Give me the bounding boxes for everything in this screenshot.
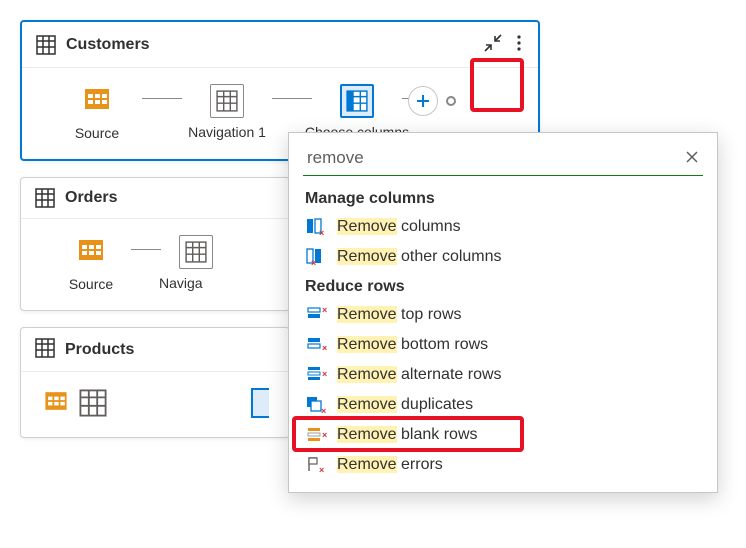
step-source[interactable]: Source (42, 82, 152, 141)
search-row (303, 143, 703, 176)
svg-text:×: × (319, 465, 324, 475)
svg-text:×: × (322, 369, 327, 379)
transform-search-dropdown: Manage columns × Remove columns × Remove… (288, 132, 718, 493)
step-label: Source (75, 125, 119, 141)
card-title: Orders (65, 189, 275, 207)
svg-text:×: × (322, 430, 327, 440)
svg-text:×: × (319, 228, 324, 237)
svg-text:×: × (322, 343, 327, 353)
remove-other-columns-icon: × (305, 247, 327, 267)
menu-label: Remove bottom rows (337, 336, 488, 354)
step-label: Navigation 1 (188, 124, 266, 140)
menu-label: Remove errors (337, 456, 443, 474)
collapse-icon[interactable] (482, 32, 504, 57)
menu-remove-blank-rows[interactable]: × Remove blank rows (293, 420, 713, 450)
table-icon (35, 188, 55, 208)
svg-text:×: × (311, 258, 316, 267)
section-reduce-rows: Reduce rows (293, 272, 713, 300)
menu-label: Remove other columns (337, 248, 502, 266)
plus-icon (415, 93, 431, 109)
step-navigation-1[interactable]: Naviga (151, 235, 241, 291)
remove-bottom-rows-icon: × (305, 335, 327, 355)
table-icon (210, 84, 244, 118)
remove-blank-rows-icon: × (305, 425, 327, 445)
card-header: Products (21, 328, 289, 372)
card-header: Customers (22, 22, 538, 68)
table-icon (35, 338, 55, 361)
step-label: Naviga (159, 275, 233, 291)
more-icon[interactable] (514, 32, 524, 57)
menu-remove-duplicates[interactable]: × Remove duplicates (293, 390, 713, 420)
step-navigation-1[interactable]: Navigation 1 (172, 84, 282, 140)
menu-label: Remove columns (337, 218, 461, 236)
svg-text:×: × (321, 406, 326, 415)
card-title: Products (65, 341, 275, 359)
close-icon (685, 150, 699, 164)
menu-remove-top-rows[interactable]: × Remove top rows (293, 300, 713, 330)
section-manage-columns: Manage columns (293, 184, 713, 212)
remove-alternate-rows-icon: × (305, 365, 327, 385)
query-card-orders[interactable]: Orders Source Naviga (20, 177, 290, 311)
query-card-products[interactable]: Products (20, 327, 290, 438)
table-icon (36, 35, 56, 55)
svg-text:×: × (322, 305, 327, 315)
step-label: Source (69, 276, 113, 292)
remove-errors-icon: × (305, 455, 327, 475)
table-icon (179, 235, 213, 269)
menu-label: Remove blank rows (337, 426, 478, 444)
menu-label: Remove top rows (337, 306, 462, 324)
source-icon (80, 82, 114, 119)
remove-top-rows-icon: × (305, 305, 327, 325)
menu-remove-errors[interactable]: × Remove errors (293, 450, 713, 480)
step-source[interactable]: Source (41, 233, 141, 292)
selected-step-edge (251, 388, 269, 418)
choose-columns-icon (340, 84, 374, 118)
clear-search-button[interactable] (683, 148, 701, 169)
menu-remove-alternate-rows[interactable]: × Remove alternate rows (293, 360, 713, 390)
source-icon (41, 386, 71, 419)
remove-columns-icon: × (305, 217, 327, 237)
menu-remove-columns[interactable]: × Remove columns (293, 212, 713, 242)
menu-remove-bottom-rows[interactable]: × Remove bottom rows (293, 330, 713, 360)
card-steps: Source Naviga (21, 219, 289, 310)
remove-duplicates-icon: × (305, 395, 327, 415)
menu-label: Remove duplicates (337, 396, 473, 414)
search-input[interactable] (305, 147, 683, 169)
menu-remove-other-columns[interactable]: × Remove other columns (293, 242, 713, 272)
card-header: Orders (21, 178, 289, 219)
menu-label: Remove alternate rows (337, 366, 502, 384)
table-icon (79, 389, 107, 417)
card-steps (21, 372, 289, 437)
add-step-button[interactable] (408, 86, 438, 116)
source-icon (74, 233, 108, 270)
end-dot (446, 96, 456, 106)
card-title: Customers (66, 36, 482, 54)
